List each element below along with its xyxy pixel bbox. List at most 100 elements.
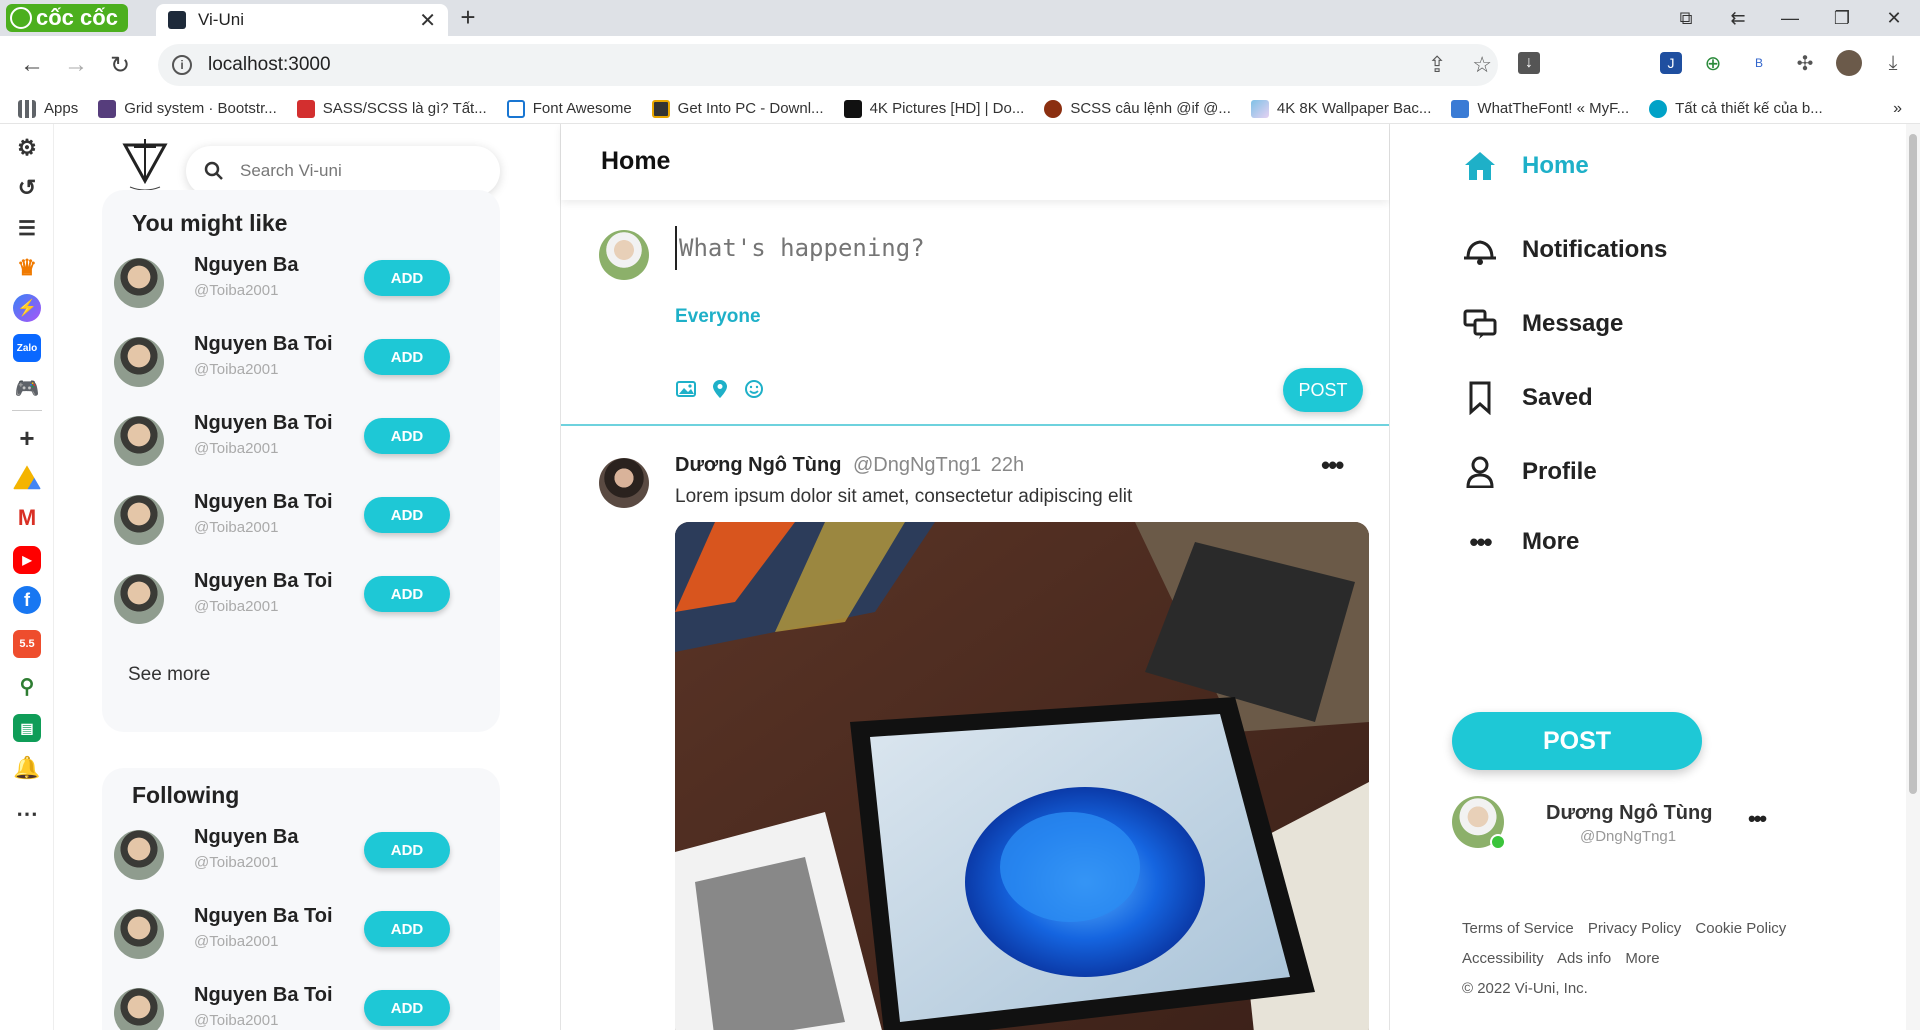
add-button[interactable]: ADD [364,832,450,868]
new-tab-button[interactable]: + [454,4,482,32]
share-icon[interactable]: ⇪ [1428,52,1446,78]
nav-saved[interactable]: Saved [1462,380,1593,416]
search-box[interactable]: Search Vi-uni [186,146,500,196]
facebook-icon[interactable]: f [13,586,41,614]
settings-icon[interactable]: ⚙ [13,134,41,162]
gmail-icon[interactable]: M [13,504,41,532]
compose-input[interactable] [675,226,1275,270]
downloads-icon[interactable]: ⤓ [1878,48,1908,78]
person-name[interactable]: Nguyen Ba Toi [194,570,333,593]
avatar[interactable] [114,337,164,387]
nav-profile[interactable]: Profile [1462,454,1597,490]
search-input[interactable]: Search Vi-uni [240,161,342,181]
avatar[interactable] [114,574,164,624]
person-name[interactable]: Nguyen Ba [194,826,298,849]
bookmark-canva[interactable]: Tất cả thiết kế của b... [1649,99,1823,118]
page-scrollbar[interactable] [1906,124,1920,1030]
bookmark-apps[interactable]: Apps [18,99,78,118]
bookmark-bootstrap[interactable]: Grid system · Bootstr... [98,99,277,118]
vi-uni-logo[interactable] [114,132,176,198]
star-icon[interactable]: ☆ [1472,52,1492,78]
bookmark-wallpaper[interactable]: 4K 8K Wallpaper Bac... [1250,99,1431,118]
google-drive-icon[interactable] [13,465,41,490]
messenger-icon[interactable]: ⚡ [13,294,41,322]
footer-link[interactable]: More [1625,950,1659,967]
bookmarks-overflow-icon[interactable]: » [1893,100,1902,118]
footer-link[interactable]: Privacy Policy [1588,920,1681,937]
bookmark-whatthefont[interactable]: WhatTheFont! « MyF... [1451,99,1629,118]
add-button[interactable]: ADD [364,497,450,533]
reload-icon[interactable]: ↻ [98,43,142,87]
location-icon[interactable] [709,378,731,400]
puzzle-icon[interactable]: ✣ [1790,48,1820,78]
footer-link[interactable]: Accessibility [1462,950,1544,967]
post-button[interactable]: POST [1452,712,1702,770]
bookmark-4kpictures[interactable]: 4K Pictures [HD] | Do... [843,99,1024,118]
maximize-icon[interactable]: ❐ [1816,0,1868,36]
add-button[interactable]: ADD [364,576,450,612]
avatar[interactable] [114,258,164,308]
back-icon[interactable]: ← [10,43,54,87]
address-bar[interactable]: i localhost:3000 [158,44,1498,86]
sidebar-more-icon[interactable]: ⋯ [13,800,41,828]
post-author-name[interactable]: Dương Ngô Tùng [675,454,841,476]
tab-close-icon[interactable]: ✕ [419,8,436,33]
site-info-icon[interactable]: i [172,55,192,75]
extension-shield-icon[interactable]: J [1660,52,1682,74]
bookmark-scss[interactable]: SCSS câu lệnh @if @... [1044,99,1231,118]
avatar[interactable] [114,416,164,466]
bookmark-fontawesome[interactable]: Font Awesome [506,99,632,118]
post-author-avatar[interactable] [599,458,649,508]
footer-link[interactable]: Ads info [1557,950,1611,967]
account-more-icon[interactable]: ••• [1748,806,1767,832]
sheets-icon[interactable]: ▤ [13,714,41,742]
footer-link[interactable]: Terms of Service [1462,920,1574,937]
avatar[interactable] [114,988,164,1030]
map-pin-icon[interactable]: ⚲ [13,672,41,700]
browser-tab[interactable]: Vi-Uni ✕ [156,4,448,36]
notification-bell-icon[interactable]: 🔔 [13,754,41,782]
person-name[interactable]: Nguyen Ba [194,254,298,277]
post-more-icon[interactable]: ••• [1321,450,1344,481]
footer-link[interactable]: Cookie Policy [1695,920,1786,937]
nav-notifications[interactable]: Notifications [1462,232,1667,268]
nav-more[interactable]: ••• More [1462,524,1579,560]
bookmark-sass[interactable]: SASS/SCSS là gì? Tất... [296,99,487,118]
list-icon[interactable]: ☰ [13,214,41,242]
compose-post-button[interactable]: POST [1283,368,1363,412]
youtube-icon[interactable]: ▶ [13,546,41,574]
gamepad-icon[interactable]: 🎮 [13,374,41,402]
see-more-link[interactable]: See more [128,664,210,686]
person-name[interactable]: Nguyen Ba Toi [194,905,333,928]
scrollbar-thumb[interactable] [1909,134,1917,794]
profile-avatar-icon[interactable] [1836,50,1862,76]
add-icon[interactable]: + [13,423,41,453]
screenshot-icon[interactable]: ⧉ [1660,0,1712,36]
shopee-icon[interactable]: 5.5 [13,630,41,658]
image-icon[interactable] [675,378,697,400]
history-icon[interactable]: ↺ [13,174,41,202]
my-name[interactable]: Dương Ngô Tùng [1546,802,1712,825]
back-arrows-icon[interactable]: ⇇ [1712,0,1764,36]
add-button[interactable]: ADD [364,418,450,454]
add-button[interactable]: ADD [364,260,450,296]
avatar[interactable] [114,909,164,959]
add-button[interactable]: ADD [364,911,450,947]
minimize-icon[interactable]: — [1764,0,1816,36]
avatar[interactable] [114,495,164,545]
composer-avatar[interactable] [599,230,649,280]
extension-download-icon[interactable]: ⊕ [1698,48,1728,78]
download-page-icon[interactable]: ↓ [1518,52,1540,74]
extension-b-icon[interactable]: B [1744,48,1774,78]
person-name[interactable]: Nguyen Ba Toi [194,491,333,514]
coccoc-logo[interactable]: cốc cốc [6,4,128,32]
zalo-icon[interactable]: Zalo [13,334,41,362]
forward-icon[interactable]: → [54,43,98,87]
bookmark-getintopc[interactable]: Get Into PC - Downl... [651,99,824,118]
person-name[interactable]: Nguyen Ba Toi [194,984,333,1007]
person-name[interactable]: Nguyen Ba Toi [194,412,333,435]
person-name[interactable]: Nguyen Ba Toi [194,333,333,356]
nav-message[interactable]: Message [1462,306,1623,342]
nav-home[interactable]: Home [1462,148,1589,184]
close-window-icon[interactable]: ✕ [1868,0,1920,36]
